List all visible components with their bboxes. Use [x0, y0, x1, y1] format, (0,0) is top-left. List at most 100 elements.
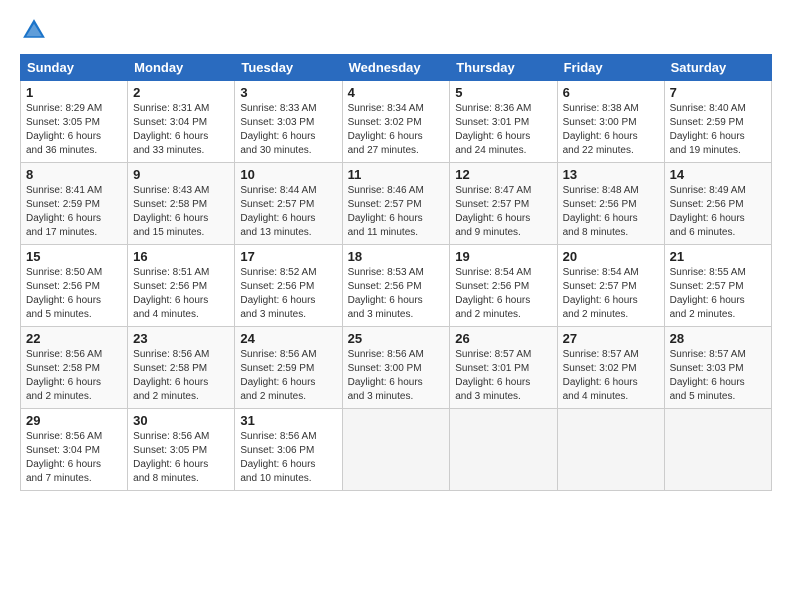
day-info: Sunrise: 8:50 AM Sunset: 2:56 PM Dayligh… [26, 266, 122, 322]
calendar-cell: 27 Sunrise: 8:57 AM Sunset: 3:02 PM Dayli… [557, 327, 664, 409]
day-info: Sunrise: 8:43 AM Sunset: 2:58 PM Dayligh… [133, 184, 229, 240]
day-number: 23 [133, 331, 229, 346]
day-info: Sunrise: 8:29 AM Sunset: 3:05 PM Dayligh… [26, 102, 122, 158]
day-info: Sunrise: 8:56 AM Sunset: 3:00 PM Dayligh… [348, 348, 445, 404]
day-info: Sunrise: 8:31 AM Sunset: 3:04 PM Dayligh… [133, 102, 229, 158]
day-number: 7 [670, 85, 766, 100]
day-number: 9 [133, 167, 229, 182]
day-number: 28 [670, 331, 766, 346]
day-info: Sunrise: 8:48 AM Sunset: 2:56 PM Dayligh… [563, 184, 659, 240]
day-info: Sunrise: 8:56 AM Sunset: 3:06 PM Dayligh… [240, 430, 336, 486]
weekday-header-monday: Monday [128, 55, 235, 81]
day-number: 2 [133, 85, 229, 100]
day-number: 3 [240, 85, 336, 100]
day-number: 25 [348, 331, 445, 346]
day-info: Sunrise: 8:56 AM Sunset: 2:58 PM Dayligh… [133, 348, 229, 404]
calendar-cell: 29 Sunrise: 8:56 AM Sunset: 3:04 PM Dayli… [21, 409, 128, 491]
day-number: 30 [133, 413, 229, 428]
day-info: Sunrise: 8:51 AM Sunset: 2:56 PM Dayligh… [133, 266, 229, 322]
day-number: 21 [670, 249, 766, 264]
calendar-cell: 26 Sunrise: 8:57 AM Sunset: 3:01 PM Dayli… [450, 327, 557, 409]
calendar-week-3: 15Sunrise: 8:50 AM Sunset: 2:56 PM Dayli… [21, 245, 772, 327]
calendar-cell: 23 Sunrise: 8:56 AM Sunset: 2:58 PM Dayli… [128, 327, 235, 409]
calendar-cell: 8 Sunrise: 8:41 AM Sunset: 2:59 PM Daylig… [21, 163, 128, 245]
day-info: Sunrise: 8:56 AM Sunset: 2:59 PM Dayligh… [240, 348, 336, 404]
day-info: Sunrise: 8:38 AM Sunset: 3:00 PM Dayligh… [563, 102, 659, 158]
calendar-cell: 6 Sunrise: 8:38 AM Sunset: 3:00 PM Daylig… [557, 81, 664, 163]
day-number: 18 [348, 249, 445, 264]
day-number: 31 [240, 413, 336, 428]
calendar-cell [557, 409, 664, 491]
day-info: Sunrise: 8:53 AM Sunset: 2:56 PM Dayligh… [348, 266, 445, 322]
day-info: Sunrise: 8:46 AM Sunset: 2:57 PM Dayligh… [348, 184, 445, 240]
day-info: Sunrise: 8:56 AM Sunset: 3:04 PM Dayligh… [26, 430, 122, 486]
day-info: Sunrise: 8:41 AM Sunset: 2:59 PM Dayligh… [26, 184, 122, 240]
day-number: 10 [240, 167, 336, 182]
day-number: 17 [240, 249, 336, 264]
day-info: Sunrise: 8:36 AM Sunset: 3:01 PM Dayligh… [455, 102, 551, 158]
day-number: 11 [348, 167, 445, 182]
day-info: Sunrise: 8:55 AM Sunset: 2:57 PM Dayligh… [670, 266, 766, 322]
day-info: Sunrise: 8:54 AM Sunset: 2:56 PM Dayligh… [455, 266, 551, 322]
calendar-cell: 7Sunrise: 8:40 AM Sunset: 2:59 PM Daylig… [664, 81, 771, 163]
day-number: 27 [563, 331, 659, 346]
calendar-page: SundayMondayTuesdayWednesdayThursdayFrid… [0, 0, 792, 501]
calendar-header-row: SundayMondayTuesdayWednesdayThursdayFrid… [21, 55, 772, 81]
calendar-cell: 3 Sunrise: 8:33 AM Sunset: 3:03 PM Daylig… [235, 81, 342, 163]
calendar-table: SundayMondayTuesdayWednesdayThursdayFrid… [20, 54, 772, 491]
calendar-cell: 28 Sunrise: 8:57 AM Sunset: 3:03 PM Dayli… [664, 327, 771, 409]
calendar-cell: 13Sunrise: 8:48 AM Sunset: 2:56 PM Dayli… [557, 163, 664, 245]
calendar-cell: 2 Sunrise: 8:31 AM Sunset: 3:04 PM Daylig… [128, 81, 235, 163]
calendar-cell: 18 Sunrise: 8:53 AM Sunset: 2:56 PM Dayli… [342, 245, 450, 327]
day-info: Sunrise: 8:56 AM Sunset: 3:05 PM Dayligh… [133, 430, 229, 486]
day-info: Sunrise: 8:33 AM Sunset: 3:03 PM Dayligh… [240, 102, 336, 158]
day-number: 29 [26, 413, 122, 428]
day-number: 16 [133, 249, 229, 264]
day-number: 22 [26, 331, 122, 346]
day-info: Sunrise: 8:49 AM Sunset: 2:56 PM Dayligh… [670, 184, 766, 240]
header [20, 16, 772, 44]
calendar-cell: 11 Sunrise: 8:46 AM Sunset: 2:57 PM Dayli… [342, 163, 450, 245]
day-info: Sunrise: 8:52 AM Sunset: 2:56 PM Dayligh… [240, 266, 336, 322]
weekday-header-friday: Friday [557, 55, 664, 81]
calendar-week-5: 29 Sunrise: 8:56 AM Sunset: 3:04 PM Dayli… [21, 409, 772, 491]
calendar-cell: 21 Sunrise: 8:55 AM Sunset: 2:57 PM Dayli… [664, 245, 771, 327]
day-info: Sunrise: 8:57 AM Sunset: 3:03 PM Dayligh… [670, 348, 766, 404]
day-number: 14 [670, 167, 766, 182]
calendar-week-4: 22 Sunrise: 8:56 AM Sunset: 2:58 PM Dayli… [21, 327, 772, 409]
calendar-cell: 12 Sunrise: 8:47 AM Sunset: 2:57 PM Dayli… [450, 163, 557, 245]
calendar-week-1: 1 Sunrise: 8:29 AM Sunset: 3:05 PM Daylig… [21, 81, 772, 163]
weekday-header-wednesday: Wednesday [342, 55, 450, 81]
day-info: Sunrise: 8:57 AM Sunset: 3:01 PM Dayligh… [455, 348, 551, 404]
weekday-header-thursday: Thursday [450, 55, 557, 81]
day-info: Sunrise: 8:57 AM Sunset: 3:02 PM Dayligh… [563, 348, 659, 404]
calendar-cell: 24 Sunrise: 8:56 AM Sunset: 2:59 PM Dayli… [235, 327, 342, 409]
calendar-cell: 25 Sunrise: 8:56 AM Sunset: 3:00 PM Dayli… [342, 327, 450, 409]
day-info: Sunrise: 8:34 AM Sunset: 3:02 PM Dayligh… [348, 102, 445, 158]
calendar-cell: 5Sunrise: 8:36 AM Sunset: 3:01 PM Daylig… [450, 81, 557, 163]
calendar-cell: 22 Sunrise: 8:56 AM Sunset: 2:58 PM Dayli… [21, 327, 128, 409]
calendar-cell [450, 409, 557, 491]
calendar-cell: 17 Sunrise: 8:52 AM Sunset: 2:56 PM Dayli… [235, 245, 342, 327]
calendar-cell: 9 Sunrise: 8:43 AM Sunset: 2:58 PM Daylig… [128, 163, 235, 245]
day-info: Sunrise: 8:56 AM Sunset: 2:58 PM Dayligh… [26, 348, 122, 404]
calendar-cell: 30 Sunrise: 8:56 AM Sunset: 3:05 PM Dayli… [128, 409, 235, 491]
day-info: Sunrise: 8:54 AM Sunset: 2:57 PM Dayligh… [563, 266, 659, 322]
day-number: 12 [455, 167, 551, 182]
day-number: 1 [26, 85, 122, 100]
day-number: 26 [455, 331, 551, 346]
day-info: Sunrise: 8:47 AM Sunset: 2:57 PM Dayligh… [455, 184, 551, 240]
day-number: 24 [240, 331, 336, 346]
day-number: 4 [348, 85, 445, 100]
calendar-cell [342, 409, 450, 491]
calendar-cell: 4 Sunrise: 8:34 AM Sunset: 3:02 PM Daylig… [342, 81, 450, 163]
calendar-cell: 31 Sunrise: 8:56 AM Sunset: 3:06 PM Dayli… [235, 409, 342, 491]
calendar-cell: 19Sunrise: 8:54 AM Sunset: 2:56 PM Dayli… [450, 245, 557, 327]
weekday-header-tuesday: Tuesday [235, 55, 342, 81]
logo-icon [20, 16, 48, 44]
day-number: 8 [26, 167, 122, 182]
day-info: Sunrise: 8:44 AM Sunset: 2:57 PM Dayligh… [240, 184, 336, 240]
day-number: 6 [563, 85, 659, 100]
calendar-cell: 1 Sunrise: 8:29 AM Sunset: 3:05 PM Daylig… [21, 81, 128, 163]
calendar-cell: 10 Sunrise: 8:44 AM Sunset: 2:57 PM Dayli… [235, 163, 342, 245]
